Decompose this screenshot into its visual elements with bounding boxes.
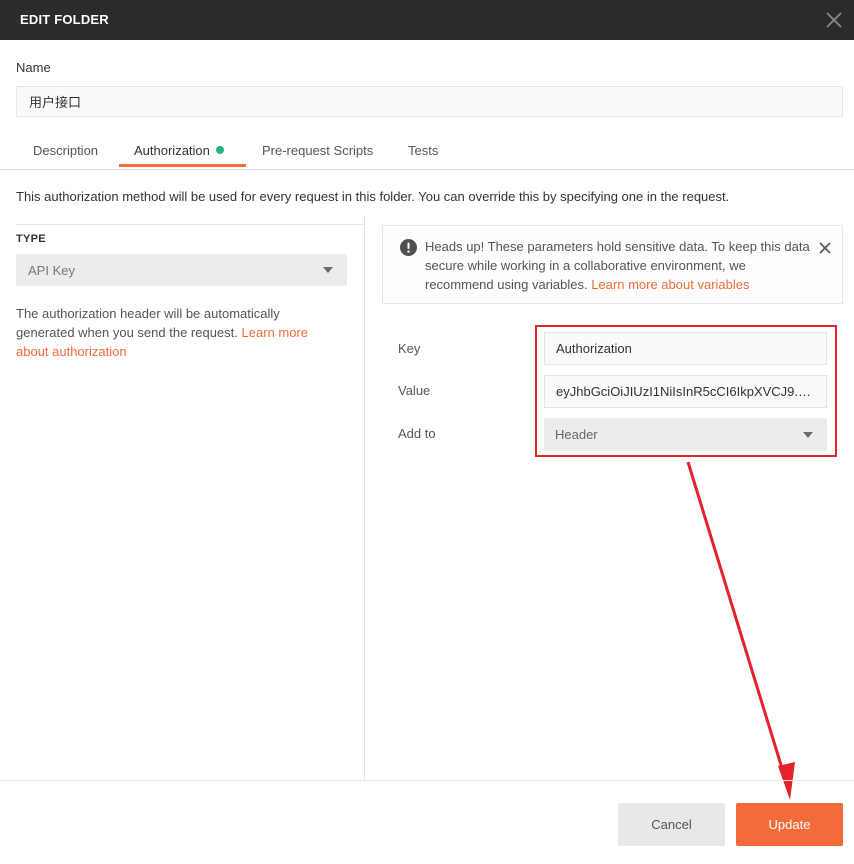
close-icon[interactable]	[822, 8, 846, 32]
cancel-button[interactable]: Cancel	[618, 803, 725, 846]
exclamation-circle-icon	[400, 239, 417, 256]
folder-name-input[interactable]	[16, 86, 843, 117]
alert-message: Heads up! These parameters hold sensitiv…	[425, 237, 815, 294]
auth-help-body: The authorization header will be automat…	[16, 306, 280, 340]
auth-info-text: This authorization method will be used f…	[16, 189, 730, 204]
tab-tests[interactable]: Tests	[408, 143, 438, 158]
active-tab-indicator	[119, 164, 246, 167]
add-to-label: Add to	[398, 426, 436, 441]
footer-divider	[0, 780, 854, 781]
tab-label: Tests	[408, 143, 439, 158]
tab-label: Pre-request Scripts	[262, 143, 374, 158]
name-label: Name	[16, 60, 51, 75]
dismiss-alert-icon[interactable]	[818, 241, 832, 255]
dialog-titlebar: EDIT FOLDER	[0, 0, 854, 40]
annotation-highlight-box	[535, 325, 837, 457]
type-label: TYPE	[16, 233, 46, 245]
key-label: Key	[398, 341, 421, 356]
auth-help-text: The authorization header will be automat…	[16, 304, 336, 361]
auth-type-select[interactable]: API Key	[16, 254, 347, 286]
left-divider	[16, 224, 364, 225]
tab-label: Description	[33, 143, 99, 158]
dialog-title: EDIT FOLDER	[20, 12, 109, 27]
tab-authorization[interactable]: Authorization	[134, 143, 224, 158]
value-label: Value	[398, 383, 431, 398]
tabs-divider	[0, 169, 854, 170]
tab-description[interactable]: Description	[33, 143, 98, 158]
active-status-dot-icon	[215, 146, 224, 154]
tab-pre-request-scripts[interactable]: Pre-request Scripts	[262, 143, 373, 158]
sensitive-data-alert: Heads up! These parameters hold sensitiv…	[382, 225, 843, 304]
update-button[interactable]: Update	[736, 803, 843, 846]
auth-type-value: API Key	[28, 263, 75, 278]
column-divider	[364, 215, 365, 780]
caret-down-icon	[323, 267, 333, 273]
learn-more-variables-link[interactable]: Learn more about variables	[591, 277, 749, 292]
tab-label: Authorization	[134, 143, 210, 158]
